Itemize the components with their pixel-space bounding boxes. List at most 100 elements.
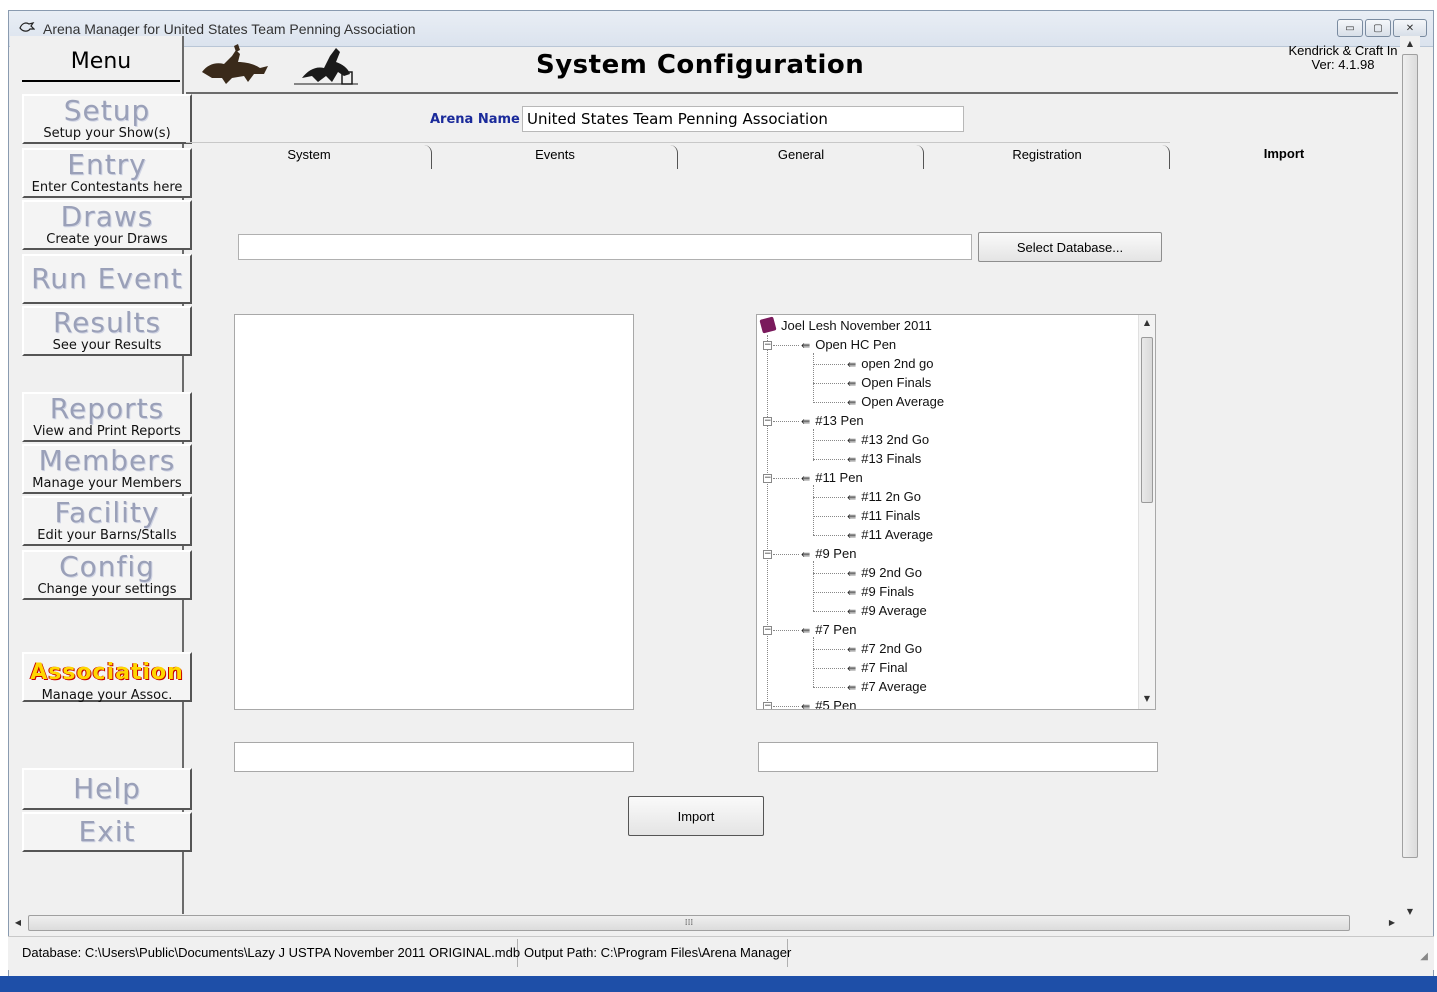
tree-connector: [773, 421, 799, 422]
tree-node[interactable]: ⇚ #11 Pen: [801, 469, 863, 488]
source-detail-field[interactable]: [234, 742, 634, 772]
tree-node-label: #7 2nd Go: [861, 641, 922, 656]
tree-node[interactable]: ⇚ open 2nd go: [847, 355, 934, 374]
arena-name-label: Arena Name: [430, 112, 520, 127]
tree-node[interactable]: ⇚ #7 Pen: [801, 621, 856, 640]
tree-node[interactable]: ⇚ #9 Pen: [801, 545, 856, 564]
tab-events[interactable]: Events: [432, 142, 678, 169]
scroll-up-arrow-icon[interactable]: ▲: [1400, 36, 1420, 52]
menu-results-button[interactable]: Results See your Results: [22, 306, 192, 356]
window-horizontal-scrollbar[interactable]: ◀ ⁞⁞⁞ ▶: [10, 914, 1400, 932]
tree-expander-icon[interactable]: −: [763, 702, 772, 709]
scroll-left-arrow-icon[interactable]: ◀: [10, 914, 26, 932]
tab-events-label: Events: [535, 147, 575, 162]
tab-registration[interactable]: Registration: [924, 142, 1170, 169]
menu-members-button[interactable]: Members Manage your Members: [22, 444, 192, 494]
tree-node[interactable]: ⇚ #13 Finals: [847, 450, 921, 469]
tree-node-label: #11 2n Go: [861, 489, 921, 504]
tree-expander-icon[interactable]: −: [763, 626, 772, 635]
scroll-down-arrow-icon[interactable]: ▼: [1400, 904, 1420, 920]
tree-root[interactable]: Joel Lesh November 2011: [759, 316, 932, 336]
main-content: System Configuration Kendrick & Craft In…: [186, 36, 1398, 916]
database-icon: [759, 316, 777, 334]
menu-reports-sublabel: View and Print Reports: [33, 424, 181, 439]
restore-button[interactable]: ▢: [1365, 19, 1391, 37]
tree-scrollbar[interactable]: ▲ ▼: [1138, 315, 1155, 709]
tree-node[interactable]: ⇚ Open Average: [847, 393, 944, 412]
arena-name-field[interactable]: United States Team Penning Association: [522, 106, 964, 132]
event-icon: ⇚: [847, 454, 857, 466]
scroll-down-arrow-icon[interactable]: ▼: [1139, 691, 1155, 707]
window-vscroll-thumb[interactable]: [1402, 54, 1418, 858]
close-button[interactable]: ✕: [1393, 19, 1427, 37]
tree-node[interactable]: ⇚ #11 Finals: [847, 507, 920, 526]
tree-node[interactable]: ⇚ #11 Average: [847, 526, 933, 545]
tree-connector: [767, 335, 768, 703]
menu-config-button[interactable]: Config Change your settings: [22, 550, 192, 600]
tree-expander-icon[interactable]: −: [763, 417, 772, 426]
window-vertical-scrollbar[interactable]: ▲ ▼: [1400, 36, 1420, 922]
tree-connector: [773, 554, 799, 555]
event-icon: ⇚: [847, 511, 857, 523]
tree-node[interactable]: ⇚ #7 2nd Go: [847, 640, 922, 659]
target-detail-field[interactable]: [758, 742, 1158, 772]
tree-connector: [813, 592, 845, 593]
barrel-rider-logo: [294, 48, 358, 85]
horse-rider-logo: [202, 44, 268, 84]
events-tree[interactable]: Joel Lesh November 2011 − ⇚ Open HC Pen ⇚ op…: [756, 314, 1156, 710]
tree-expander-icon[interactable]: −: [763, 550, 772, 559]
tree-node[interactable]: ⇚ #9 Average: [847, 602, 927, 621]
minimize-button[interactable]: ▭: [1337, 19, 1363, 37]
event-icon: ⇚: [801, 625, 811, 637]
menu-association-button[interactable]: Association Manage your Assoc.: [22, 652, 192, 703]
tree-node[interactable]: ⇚ #13 Pen: [801, 412, 864, 431]
tab-general[interactable]: General: [678, 142, 924, 169]
tree-node-label: #13 2nd Go: [861, 432, 930, 447]
tab-system[interactable]: System: [186, 142, 432, 169]
tree-node-label: #7 Pen: [815, 622, 857, 637]
tree-node[interactable]: ⇚ #5 Pen: [801, 697, 856, 709]
tree-node[interactable]: ⇚ #13 2nd Go: [847, 431, 929, 450]
tree-node[interactable]: ⇚ #9 Finals: [847, 583, 914, 602]
database-path-field[interactable]: [238, 234, 972, 260]
tree-node-label: #9 Finals: [861, 584, 914, 599]
menu-draws-button[interactable]: Draws Create your Draws: [22, 200, 192, 250]
window-hscroll-thumb[interactable]: ⁞⁞⁞: [28, 915, 1350, 931]
tree-node-label: #9 2nd Go: [861, 565, 922, 580]
tree-expander-icon[interactable]: −: [763, 474, 772, 483]
tree-connector: [813, 497, 845, 498]
event-icon: ⇚: [801, 340, 811, 352]
tree-node[interactable]: ⇚ #7 Final: [847, 659, 907, 678]
tree-root-label: Joel Lesh November 2011: [781, 318, 932, 333]
source-list[interactable]: [234, 314, 634, 710]
menu-run-event-button[interactable]: Run Event: [22, 254, 192, 304]
menu-facility-button[interactable]: Facility Edit your Barns/Stalls: [22, 496, 192, 546]
version-label: Ver: 4.1.98: [1311, 57, 1375, 72]
tree-scroll-thumb[interactable]: [1141, 337, 1153, 503]
scroll-right-arrow-icon[interactable]: ▶: [1384, 914, 1400, 932]
menu-setup-button[interactable]: Setup Setup your Show(s): [22, 94, 192, 144]
menu-reports-button[interactable]: Reports View and Print Reports: [22, 392, 192, 442]
tree-node[interactable]: ⇚ Open HC Pen: [801, 336, 896, 355]
tree-expander-icon[interactable]: −: [763, 341, 772, 350]
menu-help-button[interactable]: Help: [22, 768, 192, 810]
menu-entry-button[interactable]: Entry Enter Contestants here: [22, 148, 192, 198]
tab-import[interactable]: Import: [1170, 142, 1398, 168]
tree-connector: [813, 353, 814, 403]
tree-node[interactable]: ⇚ #7 Average: [847, 678, 927, 697]
tree-node[interactable]: ⇚ Open Finals: [847, 374, 931, 393]
tree-connector: [813, 535, 845, 536]
tree-node[interactable]: ⇚ #11 2n Go: [847, 488, 921, 507]
scroll-up-arrow-icon[interactable]: ▲: [1139, 315, 1155, 331]
import-button[interactable]: Import: [628, 796, 764, 836]
menu-exit-button[interactable]: Exit: [22, 812, 192, 852]
tree-connector: [813, 573, 845, 574]
resize-grip-icon[interactable]: ◢: [1420, 951, 1428, 962]
tree-connector: [813, 383, 845, 384]
tree-node[interactable]: ⇚ #9 2nd Go: [847, 564, 922, 583]
select-database-button[interactable]: Select Database...: [978, 232, 1162, 262]
menu-config-label: Config: [59, 550, 155, 583]
status-output-path: Output Path: C:\Program Files\Arena Mana…: [520, 939, 791, 967]
event-icon: ⇚: [847, 682, 857, 694]
tree-connector: [813, 687, 845, 688]
